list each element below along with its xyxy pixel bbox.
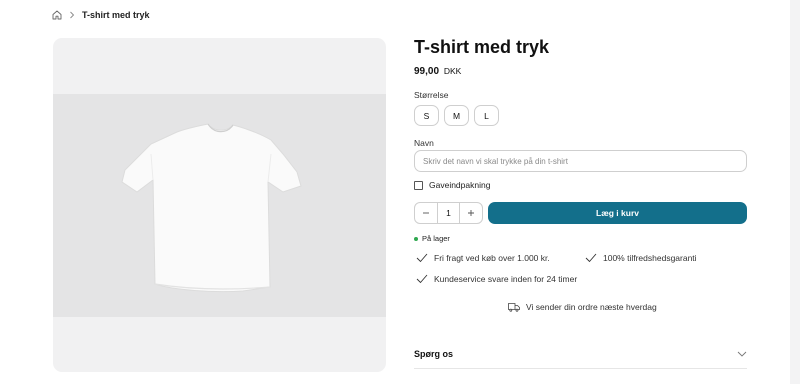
size-options: S M L — [414, 105, 499, 126]
product-price: 99,00 DKK — [414, 66, 461, 77]
stock-label: På lager — [422, 234, 450, 243]
stock-dot-icon — [414, 236, 418, 241]
size-button-s[interactable]: S — [414, 105, 439, 126]
size-button-l[interactable]: L — [474, 105, 499, 126]
faq-accordion[interactable]: Spørg os — [414, 340, 747, 369]
gift-wrap-label: Gaveindpakning — [429, 180, 491, 190]
size-button-m[interactable]: M — [444, 105, 469, 126]
size-label: Størrelse — [414, 90, 449, 100]
shipping-text: Vi sender din ordre næste hverdag — [526, 302, 657, 312]
checkmark-icon — [416, 274, 428, 284]
price-amount: 99,00 — [414, 66, 440, 77]
plus-icon — [468, 210, 474, 216]
product-image — [53, 94, 386, 317]
truck-icon — [508, 303, 520, 312]
name-label: Navn — [414, 138, 434, 148]
perk-label: 100% tilfredshedsgaranti — [603, 253, 697, 263]
checkmark-icon — [416, 253, 428, 263]
minus-icon — [423, 212, 429, 214]
tshirt-illustration — [121, 123, 302, 293]
chevron-right-icon — [69, 11, 75, 19]
price-currency: DKK — [443, 66, 462, 76]
increase-quantity-button[interactable] — [460, 203, 482, 223]
breadcrumb: T-shirt med tryk — [52, 10, 150, 20]
shipping-info: Vi sender din ordre næste hverdag — [508, 302, 657, 312]
perk-customer-service: Kundeservice svare inden for 24 timer — [416, 274, 577, 284]
quantity-stepper: 1 — [414, 202, 483, 224]
product-title: T-shirt med tryk — [414, 37, 550, 57]
stock-status: På lager — [414, 234, 450, 243]
perk-label: Kundeservice svare inden for 24 timer — [434, 274, 578, 284]
scrollbar-track[interactable] — [790, 0, 800, 384]
product-gallery[interactable] — [53, 38, 386, 372]
perk-label: Fri fragt ved køb over 1.000 kr. — [434, 253, 550, 263]
name-input[interactable] — [414, 150, 747, 172]
perk-free-shipping: Fri fragt ved køb over 1.000 kr. — [416, 253, 550, 263]
gift-wrap-checkbox[interactable] — [414, 180, 423, 190]
add-to-cart-button[interactable]: Læg i kurv — [488, 202, 747, 224]
checkmark-icon — [585, 253, 597, 263]
quantity-value[interactable]: 1 — [437, 203, 460, 223]
home-icon[interactable] — [52, 10, 62, 20]
faq-question: Spørg os — [414, 349, 454, 359]
chevron-down-icon[interactable] — [737, 351, 747, 357]
decrease-quantity-button[interactable] — [415, 203, 437, 223]
perk-guarantee: 100% tilfredshedsgaranti — [585, 253, 697, 263]
breadcrumb-current: T-shirt med tryk — [82, 10, 150, 20]
gift-wrap-option[interactable]: Gaveindpakning — [414, 180, 490, 190]
